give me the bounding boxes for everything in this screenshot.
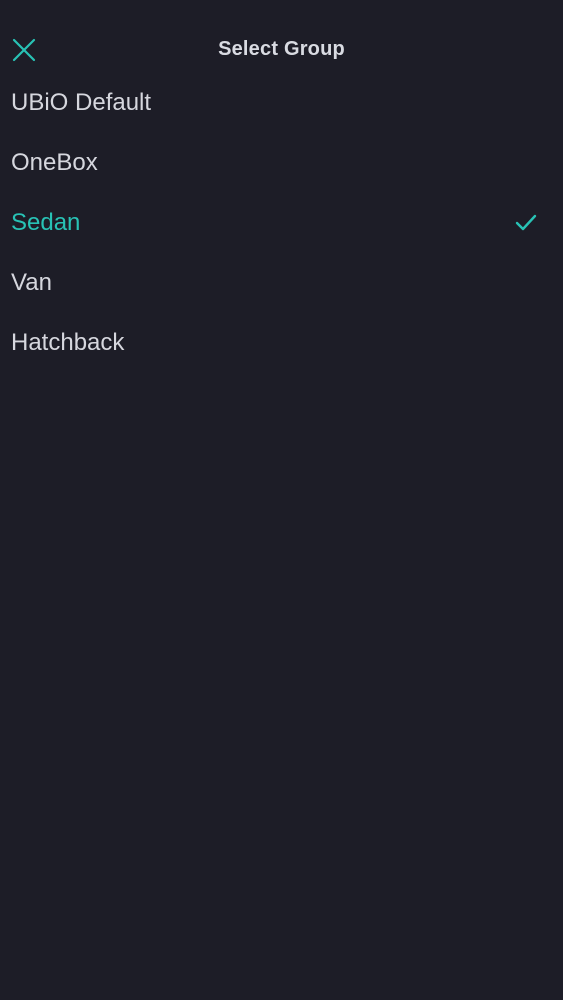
group-item-sedan[interactable]: Sedan <box>0 193 563 253</box>
group-item-van[interactable]: Van <box>0 253 563 313</box>
header-bar: Select Group <box>0 20 563 80</box>
page-title: Select Group <box>218 38 345 60</box>
group-item-label: OneBox <box>11 149 98 176</box>
group-item-hatchback[interactable]: Hatchback <box>0 313 563 373</box>
checkmark-icon <box>515 214 537 231</box>
group-item-label: Sedan <box>11 209 81 236</box>
group-item-ubio-default[interactable]: UBiO Default <box>0 73 563 133</box>
group-list: UBiO Default OneBox Sedan Van Hatchback <box>0 73 563 373</box>
group-item-label: Hatchback <box>11 329 125 356</box>
group-item-label: Van <box>11 269 52 296</box>
group-item-label: UBiO Default <box>11 89 152 116</box>
select-group-screen: Select Group UBiO Default OneBox Sedan V… <box>0 0 563 1000</box>
group-item-onebox[interactable]: OneBox <box>0 133 563 193</box>
